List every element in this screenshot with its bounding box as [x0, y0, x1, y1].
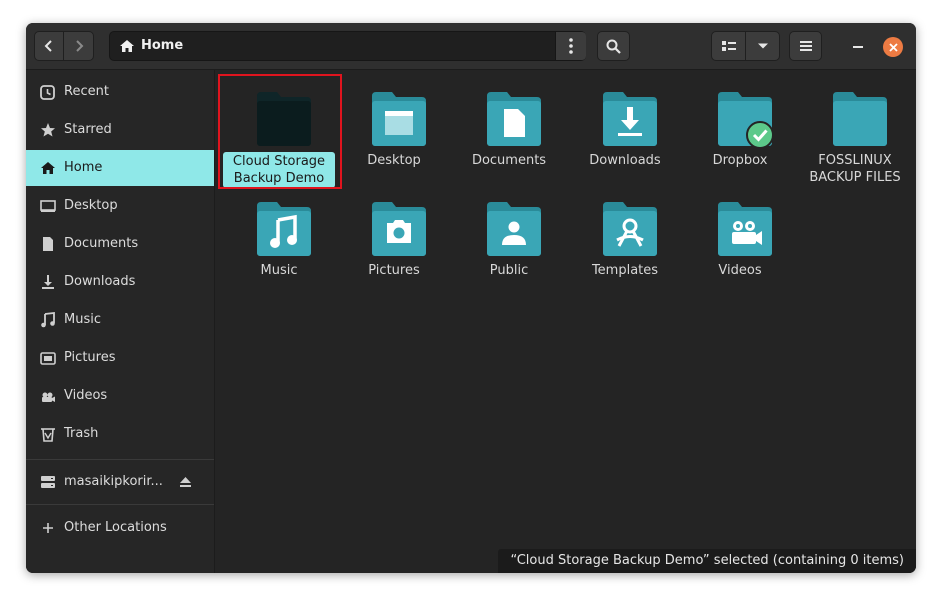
file-manager-window: Home Recent Starred Home Desktop Documen…	[26, 23, 916, 573]
sidebar-item-label: Documents	[64, 236, 139, 251]
folder-icon	[833, 92, 887, 146]
selection-highlight	[218, 74, 342, 189]
sidebar-item-label: Pictures	[64, 350, 116, 365]
file-item-templates[interactable]: Templates	[569, 189, 681, 295]
sidebar-item-home[interactable]: Home	[26, 150, 214, 186]
chevron-left-icon	[44, 40, 52, 52]
clock-icon	[40, 85, 55, 100]
folder-public-icon	[487, 202, 541, 256]
eject-icon[interactable]	[180, 477, 191, 488]
forward-button[interactable]	[63, 31, 94, 61]
hamburger-menu-icon	[799, 41, 812, 51]
home-icon	[120, 40, 134, 52]
file-name: Music	[260, 263, 298, 278]
picture-icon	[40, 352, 56, 365]
file-item-pictures[interactable]: Pictures	[338, 189, 450, 295]
file-name: Desktop	[367, 153, 421, 168]
folder-downloads-icon	[603, 92, 657, 146]
desktop-icon	[40, 200, 56, 212]
document-icon	[43, 237, 53, 251]
sidebar-item-label: Recent	[64, 84, 109, 99]
folder-music-icon	[257, 202, 311, 256]
file-item-desktop[interactable]: Desktop	[338, 79, 450, 185]
folder-pictures-icon	[372, 202, 426, 256]
sidebar-item-downloads[interactable]: Downloads	[26, 264, 214, 300]
sidebar-item-label: Other Locations	[64, 520, 167, 535]
video-icon	[42, 392, 55, 402]
sidebar-item-label: Starred	[64, 122, 112, 137]
path-menu-button[interactable]	[555, 32, 586, 60]
sidebar-item-pictures[interactable]: Pictures	[26, 340, 214, 376]
file-name: Templates	[591, 263, 659, 278]
sidebar-item-music[interactable]: Music	[26, 302, 214, 338]
file-item-downloads[interactable]: Downloads	[569, 79, 681, 185]
sidebar: Recent Starred Home Desktop Documents Do…	[26, 70, 215, 573]
file-name: Videos	[718, 263, 762, 278]
sidebar-item-label: Trash	[64, 426, 99, 441]
view-options-button[interactable]	[745, 31, 780, 61]
file-item-videos[interactable]: Videos	[684, 189, 796, 295]
file-view: Cloud Storage Backup Demo Desktop Docume…	[215, 70, 916, 573]
main-menu-button[interactable]	[789, 31, 822, 61]
chevron-right-icon	[75, 40, 83, 52]
file-name: FOSSLINUX BACKUP FILES	[809, 153, 901, 185]
sidebar-item-documents[interactable]: Documents	[26, 226, 214, 262]
file-item-documents[interactable]: Documents	[453, 79, 565, 185]
file-item-public[interactable]: Public	[453, 189, 565, 295]
sidebar-item-trash[interactable]: Trash	[26, 416, 214, 452]
chevron-down-icon	[757, 43, 768, 49]
close-icon	[888, 42, 898, 52]
file-name: Documents	[471, 153, 547, 168]
sidebar-item-label: Videos	[64, 388, 108, 403]
search-icon	[606, 39, 621, 54]
path-label[interactable]: Home	[141, 38, 183, 53]
close-button[interactable]	[883, 37, 903, 57]
sidebar-item-other-locations[interactable]: Other Locations	[26, 510, 214, 546]
folder-dropbox-icon	[718, 92, 774, 149]
file-name: Public	[489, 263, 529, 278]
status-bar: “Cloud Storage Backup Demo” selected (co…	[498, 549, 916, 573]
list-view-icon	[721, 41, 736, 51]
drive-icon	[41, 476, 55, 488]
star-icon	[41, 123, 55, 137]
sidebar-item-desktop[interactable]: Desktop	[26, 188, 214, 224]
search-button[interactable]	[597, 31, 630, 61]
folder-documents-icon	[487, 92, 541, 146]
view-mode-button[interactable]	[711, 31, 746, 61]
header-bar: Home	[26, 23, 916, 70]
sidebar-divider	[26, 459, 214, 460]
file-name: Downloads	[589, 153, 661, 168]
back-button[interactable]	[34, 31, 64, 61]
file-name: Pictures	[368, 263, 420, 278]
plus-icon	[43, 523, 53, 533]
kebab-menu-icon	[569, 38, 573, 54]
file-name: Dropbox	[712, 153, 768, 168]
trash-icon	[41, 428, 55, 442]
sidebar-divider	[26, 504, 214, 505]
sidebar-item-label: Downloads	[64, 274, 136, 289]
file-item-fosslinux-backup-files[interactable]: FOSSLINUX BACKUP FILES	[799, 79, 911, 185]
folder-templates-icon	[603, 202, 657, 256]
sidebar-item-videos[interactable]: Videos	[26, 378, 214, 414]
file-item-dropbox[interactable]: Dropbox	[684, 79, 796, 185]
sidebar-item-starred[interactable]: Starred	[26, 112, 214, 148]
sidebar-item-label: Home	[64, 160, 103, 175]
minimize-button[interactable]	[848, 37, 868, 57]
sidebar-item-label: Desktop	[64, 198, 118, 213]
folder-desktop-icon	[372, 92, 426, 146]
sidebar-item-drive[interactable]: masaikipkorir...	[26, 464, 214, 500]
sidebar-item-label: masaikipkorir...	[64, 474, 163, 489]
minimize-icon	[853, 46, 863, 48]
download-icon	[42, 275, 54, 289]
path-bar[interactable]: Home	[109, 31, 586, 61]
file-item-music[interactable]: Music	[223, 189, 335, 295]
sidebar-item-label: Music	[64, 312, 101, 327]
folder-videos-icon	[718, 202, 772, 256]
sidebar-item-recent[interactable]: Recent	[26, 74, 214, 110]
music-icon	[41, 312, 55, 328]
home-icon	[41, 162, 55, 174]
